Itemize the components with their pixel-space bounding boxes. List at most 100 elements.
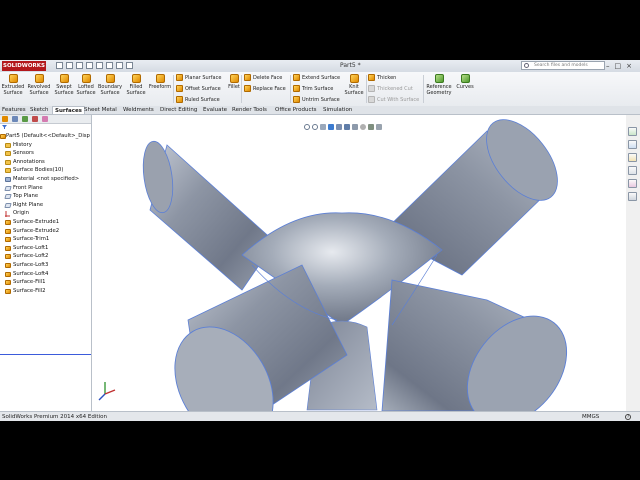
property-manager-tab-icon[interactable] [12,116,18,122]
tree-item-front-plane[interactable]: Front Plane [0,184,91,193]
delete-face-label: Delete Face [253,75,283,81]
thicken-button[interactable]: Thicken [368,74,396,83]
tree-item-surface-bodies[interactable]: Surface Bodies(10) [0,166,91,175]
close-icon[interactable]: × [626,62,637,70]
cut-with-surface-icon [368,96,375,103]
display-manager-tab-icon[interactable] [42,116,48,122]
tree-item-surface-trim1[interactable]: Surface-Trim1 [0,235,91,244]
graphics-area[interactable] [92,115,626,411]
custom-properties-icon[interactable] [628,192,637,201]
tree-item-annotations[interactable]: Annotations [0,158,91,167]
solidworks-resources-icon[interactable] [628,127,637,136]
sensors-folder-icon [5,151,11,157]
revolved-surface-button[interactable]: Revolved Surface [27,74,51,96]
tree-item-sensors[interactable]: Sensors [0,149,91,158]
trim-surface-button[interactable]: Trim Surface [293,85,333,94]
help-icon[interactable]: ? [625,414,631,420]
tree-item-right-plane[interactable]: Right Plane [0,201,91,210]
appearances-icon[interactable] [628,179,637,188]
tab-evaluate[interactable]: Evaluate [201,106,229,114]
search-icon [524,63,529,68]
solidworks-logo[interactable]: SOLIDWORKS [2,61,46,71]
save-icon[interactable] [76,62,83,69]
extend-surface-button[interactable]: Extend Surface [293,74,340,83]
search-input[interactable]: Search files and models [521,61,605,70]
filled-surface-button[interactable]: Filled Surface [124,74,148,96]
filter-icon[interactable] [2,125,7,129]
tab-features[interactable]: Features [0,106,28,114]
tree-item-material[interactable]: Material <not specified> [0,175,91,184]
unit-system[interactable]: MMGS [582,412,599,421]
extruded-surface-button[interactable]: Extruded Surface [1,74,25,96]
ribbon-separator [366,75,367,103]
planar-surface-button[interactable]: Planar Surface [176,74,221,83]
knit-surface-button[interactable]: Knit Surface [342,74,366,96]
boundary-surface-button[interactable]: Boundary Surface [98,74,122,96]
feature-tree: Part5 (Default<<Default>_Disp History Se… [0,132,91,295]
cut-with-surface-button[interactable]: Cut With Surface [368,96,419,105]
origin-icon [5,211,11,218]
lofted-surface-icon [81,74,91,83]
feature-manager-tab-icon[interactable] [2,116,8,122]
tree-item-surface-fill1[interactable]: Surface-Fill1 [0,278,91,287]
replace-face-button[interactable]: Replace Face [244,85,286,94]
view-palette-icon[interactable] [628,166,637,175]
undo-icon[interactable] [96,62,103,69]
fillet-button[interactable]: Fillet [222,74,246,90]
plane-icon [4,202,12,208]
tab-weldments[interactable]: Weldments [121,106,156,114]
rebuild-icon[interactable] [116,62,123,69]
tab-sheet-metal[interactable]: Sheet Metal [82,106,119,114]
tree-item-surface-extrude1[interactable]: Surface-Extrude1 [0,218,91,227]
restore-icon[interactable]: □ [615,62,627,70]
tab-simulation[interactable]: Simulation [321,106,354,114]
tab-office-products[interactable]: Office Products [273,106,319,114]
curves-button[interactable]: Curves [453,74,477,90]
design-library-icon[interactable] [628,140,637,149]
select-icon[interactable] [106,62,113,69]
dimxpert-manager-tab-icon[interactable] [32,116,38,122]
tree-item-top-plane[interactable]: Top Plane [0,192,91,201]
revolved-surface-label2: Surface [29,90,49,96]
rollback-bar[interactable] [0,354,91,355]
extruded-surface-label2: Surface [3,90,23,96]
tree-item-label: History [13,141,32,148]
open-icon[interactable] [66,62,73,69]
tree-item-surface-loft4[interactable]: Surface-Loft4 [0,270,91,279]
tab-direct-editing[interactable]: Direct Editing [158,106,199,114]
annotations-folder-icon [5,159,11,165]
tab-sketch[interactable]: Sketch [28,106,51,114]
tree-item-surface-loft1[interactable]: Surface-Loft1 [0,244,91,253]
minimize-icon[interactable]: – [606,62,615,70]
tree-item-label: Surface-Loft4 [13,270,49,277]
reference-geometry-button[interactable]: Reference Geometry [425,74,453,96]
options-icon[interactable] [126,62,133,69]
tree-item-surface-extrude2[interactable]: Surface-Extrude2 [0,227,91,236]
tab-render-tools[interactable]: Render Tools [230,106,269,114]
ruled-surface-button[interactable]: Ruled Surface [176,96,220,105]
tree-item-surface-loft2[interactable]: Surface-Loft2 [0,252,91,261]
tree-root[interactable]: Part5 (Default<<Default>_Disp [0,132,91,141]
lofted-surface-button[interactable]: Lofted Surface [74,74,98,96]
offset-surface-button[interactable]: Offset Surface [176,85,221,94]
untrim-surface-button[interactable]: Untrim Surface [293,96,340,105]
print-icon[interactable] [86,62,93,69]
thickened-cut-button[interactable]: Thickened Cut [368,85,413,94]
tree-item-history[interactable]: History [0,141,91,150]
freeform-button[interactable]: Freeform [148,74,172,90]
history-folder-icon [5,142,11,148]
file-explorer-icon[interactable] [628,153,637,162]
window-controls[interactable]: –□× [606,61,637,71]
tree-item-surface-loft3[interactable]: Surface-Loft3 [0,261,91,270]
tree-item-label: Annotations [13,158,45,165]
tree-item-origin[interactable]: Origin [0,209,91,218]
tab-surfaces[interactable]: Surfaces [52,106,85,114]
command-manager-ribbon: Extruded Surface Revolved Surface Swept Sur… [0,72,640,107]
cross-pipe-surface-model[interactable] [92,115,626,411]
delete-face-button[interactable]: Delete Face [244,74,282,83]
product-edition: SolidWorks Premium 2014 x64 Edition [2,414,107,420]
swept-surface-button[interactable]: Swept Surface [52,74,76,96]
tree-item-surface-fill2[interactable]: Surface-Fill2 [0,287,91,296]
new-document-icon[interactable] [56,62,63,69]
configuration-manager-tab-icon[interactable] [22,116,28,122]
